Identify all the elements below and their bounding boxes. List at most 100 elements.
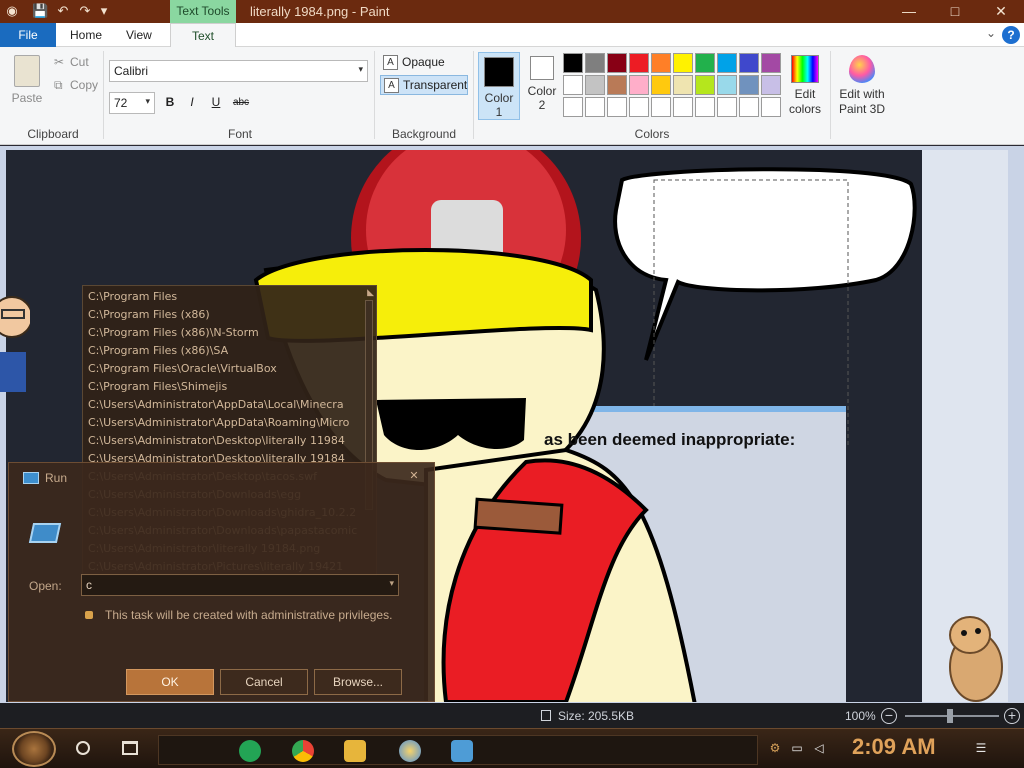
resize-grip-icon[interactable]: ◣ xyxy=(367,287,374,298)
custom-color-slot[interactable] xyxy=(695,97,715,117)
autocomplete-item[interactable]: C:\Program Files (x86) xyxy=(88,306,360,324)
maximize-button[interactable]: □ xyxy=(932,0,978,23)
palette-swatch[interactable] xyxy=(563,53,583,73)
palette-swatch[interactable] xyxy=(673,53,693,73)
volume-muted-icon[interactable]: ◁ xyxy=(812,741,826,755)
font-size-select[interactable]: 72 ▾ xyxy=(109,92,155,114)
chevron-down-icon: ▾ xyxy=(145,96,150,106)
autocomplete-item[interactable]: C:\Program Files\Oracle\VirtualBox xyxy=(88,360,360,378)
custom-color-slot[interactable] xyxy=(717,97,737,117)
tab-text[interactable]: Text xyxy=(170,23,236,47)
notification-center-icon[interactable]: ☰ xyxy=(974,741,988,755)
paint-app-icon[interactable]: ◉ xyxy=(4,3,20,19)
color1-button[interactable]: Color 1 xyxy=(478,52,520,120)
custom-color-slot[interactable] xyxy=(607,97,627,117)
start-button[interactable] xyxy=(12,731,56,767)
separator xyxy=(473,51,474,139)
help-icon[interactable]: ? xyxy=(1002,26,1020,44)
underline-button[interactable]: U xyxy=(207,95,225,109)
palette-swatch[interactable] xyxy=(761,53,781,73)
close-button[interactable]: ✕ xyxy=(978,0,1024,23)
autocomplete-item[interactable]: C:\Users\Administrator\AppData\Local\Min… xyxy=(88,396,360,414)
zoom-out-button[interactable]: − xyxy=(881,708,897,724)
collapse-ribbon-icon[interactable]: ⌄ xyxy=(986,26,996,40)
palette-swatch[interactable] xyxy=(651,75,671,95)
redo-icon[interactable]: ↷ xyxy=(77,3,93,19)
chrome-icon[interactable] xyxy=(292,740,314,762)
palette-swatch[interactable] xyxy=(695,75,715,95)
tab-home[interactable]: Home xyxy=(56,23,116,47)
custom-color-slot[interactable] xyxy=(673,97,693,117)
palette-swatch[interactable] xyxy=(563,75,583,95)
autocomplete-item[interactable]: C:\Users\Administrator\Desktop\literally… xyxy=(88,432,360,450)
palette-swatch[interactable] xyxy=(695,53,715,73)
palette-swatch[interactable] xyxy=(739,75,759,95)
palette-swatch[interactable] xyxy=(761,75,781,95)
custom-color-slot[interactable] xyxy=(761,97,781,117)
zoom-in-button[interactable]: + xyxy=(1004,708,1020,724)
chevron-down-icon[interactable]: ▾ xyxy=(389,578,394,589)
paint-app-icon[interactable] xyxy=(399,740,421,762)
palette-swatch[interactable] xyxy=(585,75,605,95)
palette-swatch[interactable] xyxy=(717,75,737,95)
font-family-select[interactable]: Calibri ▾ xyxy=(109,60,368,82)
autocomplete-item[interactable]: C:\Program Files xyxy=(88,288,360,306)
autocomplete-item[interactable]: C:\Program Files (x86)\SA xyxy=(88,342,360,360)
cancel-button[interactable]: Cancel xyxy=(220,669,308,695)
sheets-app-icon[interactable] xyxy=(239,740,261,762)
palette-swatch[interactable] xyxy=(673,75,693,95)
paste-button[interactable]: Paste xyxy=(8,53,46,109)
minimize-button[interactable]: — xyxy=(886,0,932,23)
run-app-icon[interactable] xyxy=(451,740,473,762)
transparent-button[interactable]: A Transparent xyxy=(380,75,468,95)
palette-swatch[interactable] xyxy=(585,53,605,73)
custom-color-slot[interactable] xyxy=(739,97,759,117)
color2-button[interactable]: Color 2 xyxy=(521,52,563,120)
scissors-icon[interactable]: ✂ xyxy=(54,55,64,69)
palette-swatch[interactable] xyxy=(651,53,671,73)
file-explorer-icon[interactable] xyxy=(344,740,366,762)
palette-swatch[interactable] xyxy=(607,75,627,95)
custom-color-slot[interactable] xyxy=(651,97,671,117)
copy-button[interactable]: Copy xyxy=(70,78,98,92)
browse-button[interactable]: Browse... xyxy=(314,669,402,695)
paint3d-line2: Paint 3D xyxy=(838,102,886,116)
run-icon xyxy=(23,472,39,484)
settings-gear-icon[interactable]: ⚙ xyxy=(768,741,782,755)
separator xyxy=(374,51,375,139)
network-icon[interactable]: ▭ xyxy=(790,741,804,755)
customize-quick-access-icon[interactable]: ▾ xyxy=(96,3,112,19)
palette-swatch[interactable] xyxy=(739,53,759,73)
taskbar-clock[interactable]: 2:09 AM xyxy=(852,734,936,760)
edit-with-paint3d-button[interactable]: Edit with Paint 3D xyxy=(835,52,889,117)
autocomplete-item[interactable]: C:\Program Files\Shimejis xyxy=(88,378,360,396)
autocomplete-item[interactable]: C:\Program Files (x86)\N-Storm xyxy=(88,324,360,342)
bold-button[interactable]: B xyxy=(161,95,179,109)
tab-file[interactable]: File xyxy=(0,23,56,47)
palette-swatch[interactable] xyxy=(717,53,737,73)
close-icon[interactable]: ✕ xyxy=(402,469,426,483)
separator xyxy=(830,51,831,139)
cortana-search-icon[interactable] xyxy=(76,741,90,755)
undo-icon[interactable]: ↶ xyxy=(55,3,71,19)
palette-swatch[interactable] xyxy=(629,75,649,95)
opaque-button[interactable]: A Opaque xyxy=(380,53,470,73)
italic-button[interactable]: I xyxy=(183,95,201,109)
custom-color-slot[interactable] xyxy=(629,97,649,117)
custom-color-slot[interactable] xyxy=(585,97,605,117)
palette-swatch[interactable] xyxy=(607,53,627,73)
autocomplete-item[interactable]: C:\Users\Administrator\AppData\Roaming\M… xyxy=(88,414,360,432)
cut-button[interactable]: Cut xyxy=(70,55,89,69)
font-size-value: 72 xyxy=(114,96,128,110)
ok-button[interactable]: OK xyxy=(126,669,214,695)
zoom-slider-thumb[interactable] xyxy=(947,709,953,723)
tab-view[interactable]: View xyxy=(112,23,166,47)
strikethrough-button[interactable]: abc xyxy=(231,97,251,108)
edit-colors-button[interactable]: Edit colors xyxy=(786,52,824,117)
task-view-icon[interactable] xyxy=(122,741,138,755)
save-icon[interactable]: 💾 xyxy=(32,3,48,19)
copy-icon[interactable]: ⧉ xyxy=(54,78,63,93)
open-command-input[interactable]: c ▾ xyxy=(81,574,399,596)
custom-color-slot[interactable] xyxy=(563,97,583,117)
palette-swatch[interactable] xyxy=(629,53,649,73)
